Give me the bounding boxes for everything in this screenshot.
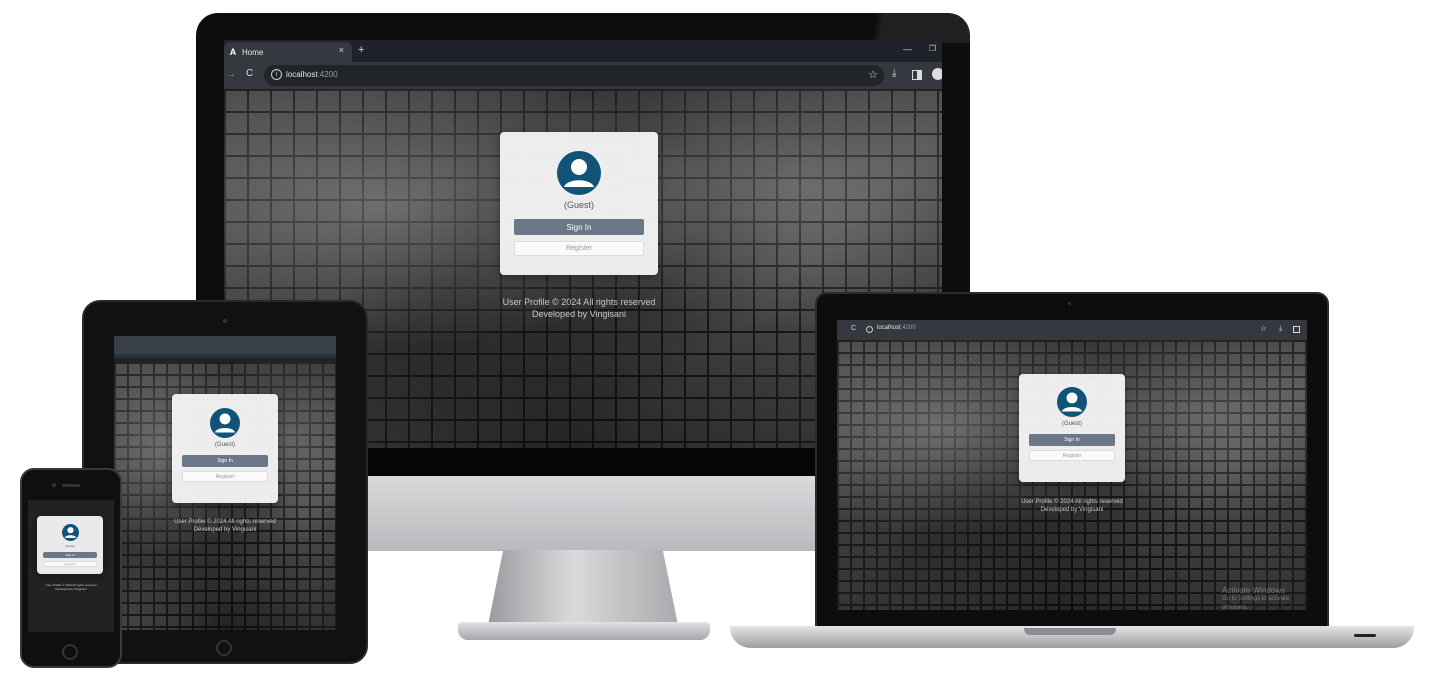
guest-label: (Guest) (563, 200, 594, 210)
tab-title: Home (242, 47, 264, 57)
address-bar[interactable]: i localhost:4200 ☆ (264, 65, 884, 86)
minimize-icon[interactable]: — (903, 44, 912, 54)
download-icon[interactable]: ⤓ (1279, 325, 1282, 333)
device-mockup-stage: A Home × + — ❐ → C i localhost:4200 ☆ ⤓ (0, 0, 1434, 674)
url-text: localhost:4200 (286, 70, 338, 79)
phone-home-button (62, 644, 78, 660)
activate-windows-watermark: Activate Windows Go to Settings to activ… (1222, 586, 1290, 610)
page-footer: User Profile © 2024 All rights reserved … (479, 296, 679, 320)
user-circle-icon (61, 524, 79, 541)
side-panel-icon[interactable] (912, 70, 922, 80)
back-arrow-icon[interactable]: → (226, 69, 236, 80)
tablet-camera (223, 319, 227, 323)
footer-developer: Developed by Vingisani (1040, 507, 1104, 513)
register-button[interactable]: Register (43, 561, 97, 567)
footer-developer: Developed by Vingisani (532, 309, 626, 319)
footer-developer: Developed by Vingisani (55, 587, 87, 591)
sign-in-button[interactable]: Sign In (182, 455, 268, 467)
browser-tab-home[interactable]: A Home × (224, 42, 352, 62)
star-icon[interactable]: ☆ (1260, 324, 1267, 333)
page-footer: User Profile © 2024 All rights reserved … (31, 583, 111, 591)
footer-copyright: User Profile © 2024 All rights reserved (1021, 499, 1123, 505)
site-info-icon[interactable]: i (271, 69, 282, 80)
register-button[interactable]: Register (1029, 450, 1115, 461)
sign-in-button[interactable]: Sign In (1029, 434, 1115, 446)
monitor-stand-neck (488, 550, 678, 625)
sign-in-button[interactable]: Sign In (43, 552, 97, 558)
reload-icon[interactable]: C (851, 325, 856, 332)
laptop-indicator-light (1354, 634, 1376, 637)
footer-copyright: User Profile © 2024 All rights reserved (174, 519, 276, 525)
tablet-browser-bar (114, 336, 336, 358)
new-tab-button[interactable]: + (358, 44, 364, 56)
phone-screen: (Guest) Sign In Register User Profile © … (28, 500, 114, 632)
brick-wall-background: (Guest) Sign In Register User Profile © … (114, 362, 336, 630)
guest-label: (Guest) (1061, 421, 1082, 427)
phone-speaker (62, 484, 80, 487)
footer-developer: Developed by Vingisani (193, 527, 257, 533)
tablet-screen: (Guest) Sign In Register User Profile © … (114, 336, 336, 630)
user-circle-icon (210, 408, 240, 438)
restore-icon[interactable]: ❐ (929, 44, 936, 53)
guest-label: (Guest) (64, 544, 75, 548)
brick-wall-background: (Guest) Sign In Register User Profile © … (837, 340, 1307, 610)
url-text: localhost:4200 (877, 325, 916, 331)
side-panel-icon[interactable] (1293, 326, 1300, 333)
phone-camera (52, 483, 56, 487)
footer-copyright: User Profile © 2024 All rights reserved (502, 297, 656, 307)
tablet-home-button (216, 640, 232, 656)
user-circle-icon (1057, 387, 1087, 417)
profile-icon[interactable] (932, 68, 942, 80)
guest-label: (Guest) (214, 442, 235, 448)
user-circle-icon (557, 151, 601, 195)
login-card: (Guest) Sign In Register (37, 516, 103, 574)
close-icon[interactable]: × (339, 45, 344, 55)
login-card: (Guest) Sign In Register (500, 132, 658, 275)
browser-tabbar: A Home × + — ❐ (224, 40, 942, 62)
monitor-stand-foot (458, 622, 710, 640)
register-button[interactable]: Register (182, 471, 268, 482)
sign-in-button[interactable]: Sign In (514, 219, 644, 235)
laptop-opening-notch (1024, 628, 1116, 635)
download-icon[interactable]: ⤓ (892, 68, 896, 79)
browser-toolbar: C localhost:4200 ☆ ⤓ (837, 320, 1307, 340)
browser-toolbar: → C i localhost:4200 ☆ ⤓ (224, 62, 942, 89)
reload-icon[interactable]: C (246, 68, 253, 79)
page-footer: User Profile © 2024 All rights reserved … (997, 498, 1147, 514)
site-info-icon[interactable] (866, 326, 873, 333)
angular-logo-icon: A (229, 47, 237, 57)
laptop-screen: C localhost:4200 ☆ ⤓ (Guest) Sign In Reg… (837, 320, 1307, 610)
login-card: (Guest) Sign In Register (172, 394, 278, 503)
laptop-camera (1068, 302, 1071, 305)
login-card: (Guest) Sign In Register (1019, 374, 1125, 482)
star-icon[interactable]: ☆ (868, 68, 878, 81)
monitor-glare (810, 13, 970, 43)
register-button[interactable]: Register (514, 241, 644, 256)
page-footer: User Profile © 2024 All rights reserved … (150, 518, 300, 534)
